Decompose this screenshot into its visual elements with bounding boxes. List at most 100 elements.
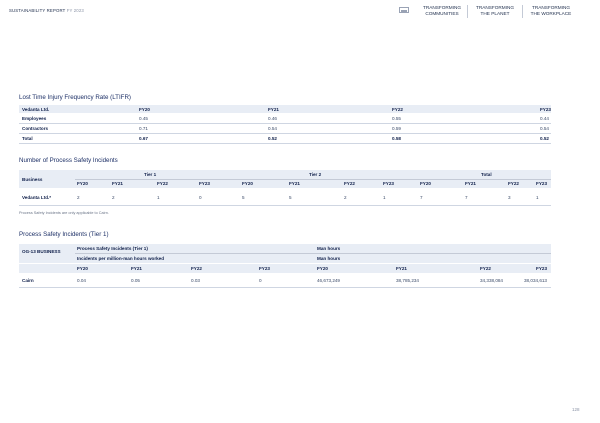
table-cell: 0.05 — [131, 278, 140, 283]
page-number: 128 — [572, 407, 580, 412]
table-header-row: Vedanta Ltd. FY20 FY21 FY22 FY23 — [19, 105, 551, 113]
column-header: FY22 — [508, 181, 519, 186]
column-header: FY23 — [383, 181, 394, 186]
table-cell: 0 — [199, 195, 202, 200]
column-header: Vedanta Ltd. — [22, 106, 50, 112]
tab-line2: THE PLANET — [480, 11, 510, 16]
table-cell: 0.59 — [392, 126, 401, 131]
table-cell: 0.54 — [268, 126, 277, 131]
table-cell: 7 — [420, 195, 423, 200]
column-header: FY23 — [536, 181, 547, 186]
group-subheader: Man hours — [317, 255, 341, 261]
row-label: Cairn — [22, 278, 34, 283]
table-cell: 0.55 — [392, 116, 401, 121]
group-header: Total — [481, 172, 492, 177]
column-header: FY21 — [289, 181, 300, 186]
tab-line2: COMMUNITIES — [425, 11, 459, 16]
table-cell: 1 — [536, 195, 539, 200]
table-cell: 7 — [465, 195, 468, 200]
column-header: FY21 — [112, 181, 123, 186]
column-header: FY23 — [536, 266, 547, 271]
column-header: FY20 — [139, 106, 150, 112]
ltifr-table: Vedanta Ltd. FY20 FY21 FY22 FY23 Employe… — [19, 105, 551, 144]
group-header: Tier 1 — [144, 172, 157, 177]
table-cell: 38,785,234 — [396, 278, 419, 283]
table-cell: 1 — [157, 195, 160, 200]
column-header: FY20 — [77, 181, 88, 186]
table-cell: 0.71 — [139, 126, 148, 131]
group-header: Process Safety Incidents (Tier 1) — [77, 246, 148, 251]
table-cell: 0.52 — [540, 136, 549, 141]
report-title: SUSTAINABILITY REPORT — [9, 8, 66, 13]
ltifr-title: Lost Time Injury Frequency Rate (LTIFR) — [19, 94, 131, 101]
table-row: Employees 0.45 0.46 0.55 0.44 — [19, 114, 551, 123]
row-label: Vedanta Ltd.* — [22, 195, 52, 200]
column-header: FY22 — [157, 181, 168, 186]
report-year: FY 2023 — [66, 8, 84, 13]
table-cell: 0.44 — [540, 116, 549, 121]
tab-divider — [467, 5, 468, 18]
column-header: FY21 — [131, 266, 142, 271]
row-label: Employees — [22, 116, 47, 121]
header-divider — [75, 252, 551, 253]
column-header: FY22 — [392, 106, 403, 112]
tier1-title: Process Safety Incidents (Tier 1) — [19, 231, 109, 238]
footnote: Process Safety Incidents are only applic… — [19, 211, 109, 215]
column-header: FY20 — [317, 266, 328, 271]
table-cell: 3 — [508, 195, 511, 200]
table-cell: 0.46 — [268, 116, 277, 121]
og-business-header: OG-13 BUSINESS — [22, 249, 61, 254]
table-cell: 5 — [289, 195, 292, 200]
group-subheader: Incidents per million-man hours worked — [77, 255, 165, 261]
report-label[interactable]: SUSTAINABILITY REPORT FY 2023 — [9, 8, 84, 13]
column-header: FY22 — [191, 266, 202, 271]
column-header: FY22 — [344, 181, 355, 186]
psi-title: Number of Process Safety Incidents — [19, 157, 118, 164]
row-label: Total — [22, 136, 33, 141]
row-label: Contractors — [22, 126, 49, 131]
row-divider — [19, 205, 551, 206]
column-header: FY23 — [199, 181, 210, 186]
tab-divider — [522, 5, 523, 18]
tier1-table: OG-13 BUSINESS Process Safety Incidents … — [19, 244, 551, 290]
table-row: Cairn 0.04 0.05 0.03 0 46,673,249 38,785… — [19, 275, 551, 286]
table-cell: 34,338,084 — [480, 278, 503, 283]
table-cell: 0.54 — [540, 126, 549, 131]
tab-transforming-planet[interactable]: TRANSFORMING THE PLANET — [472, 5, 518, 17]
table-cell: 0.67 — [139, 136, 148, 141]
business-header: Business — [22, 177, 43, 182]
table-cell: 2 — [344, 195, 347, 200]
tab-transforming-communities[interactable]: TRANSFORMING COMMUNITIES — [419, 5, 465, 17]
column-header: FY22 — [480, 266, 491, 271]
table-header-row: Business Tier 1 Tier 2 Total FY20 FY21 F… — [19, 170, 551, 188]
table-cell: 38,034,613 — [524, 278, 547, 283]
table-cell: 0 — [259, 278, 262, 283]
table-cell: 2 — [112, 195, 115, 200]
column-header: FY21 — [396, 266, 407, 271]
group-header: Tier 2 — [309, 172, 322, 177]
table-header-row: OG-13 BUSINESS Process Safety Incidents … — [19, 244, 551, 263]
table-cell: 0.04 — [77, 278, 86, 283]
column-header: FY20 — [77, 266, 88, 271]
table-year-row: FY20 FY21 FY22 FY23 FY20 FY21 FY22 FY23 — [19, 264, 551, 273]
table-row: Total 0.67 0.52 0.58 0.52 — [19, 134, 551, 143]
tab-transforming-workplace[interactable]: TRANSFORMING THE WORKPLACE — [528, 5, 574, 17]
column-header: FY20 — [420, 181, 431, 186]
header-divider — [75, 178, 551, 179]
table-cell: 5 — [242, 195, 245, 200]
column-header: FY23 — [540, 106, 551, 112]
column-header: FY21 — [465, 181, 476, 186]
tab-line2: THE WORKPLACE — [530, 11, 572, 16]
column-header: FY21 — [268, 106, 279, 112]
menu-icon[interactable] — [399, 7, 409, 13]
table-cell: 46,673,249 — [317, 278, 340, 283]
table-cell: 0.45 — [139, 116, 148, 121]
group-header: Man hours — [317, 246, 341, 251]
column-header: FY20 — [242, 181, 253, 186]
table-row: Contractors 0.71 0.54 0.59 0.54 — [19, 124, 551, 133]
table-row: Vedanta Ltd.* 2 2 1 0 5 5 2 1 7 7 3 1 — [19, 190, 551, 204]
row-divider — [19, 143, 551, 144]
table-cell: 0.03 — [191, 278, 200, 283]
table-cell: 1 — [383, 195, 386, 200]
column-header: FY23 — [259, 266, 270, 271]
